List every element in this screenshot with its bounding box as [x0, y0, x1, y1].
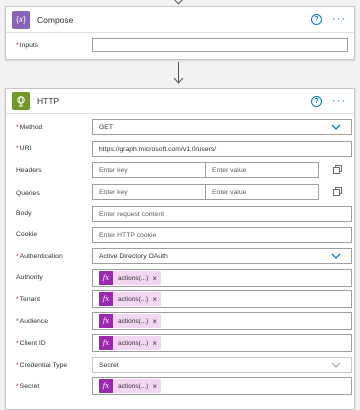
help-icon[interactable]: ?: [311, 14, 322, 25]
cookie-field[interactable]: Enter HTTP cookie: [92, 227, 352, 243]
compose-title: Compose: [37, 14, 74, 25]
remove-token-icon[interactable]: ×: [152, 274, 161, 283]
code-braces-icon: {𝑥}: [12, 10, 30, 29]
function-icon: fx: [99, 271, 113, 285]
flow-arrow-middle: [173, 73, 184, 84]
remove-token-icon[interactable]: ×: [152, 295, 161, 304]
remove-token-icon[interactable]: ×: [152, 317, 161, 326]
method-dropdown[interactable]: GET: [92, 119, 352, 135]
method-value: GET: [99, 123, 113, 131]
secret-label: *Secret: [16, 383, 40, 390]
authority-field[interactable]: fx actions(...) ×: [92, 269, 352, 287]
expression-token[interactable]: fx actions(...) ×: [99, 271, 162, 285]
headers-key-input[interactable]: Enter key: [92, 162, 206, 178]
http-card: HTTP ? ··· *Method GET *URI https://grap…: [5, 88, 355, 410]
http-title: HTTP: [37, 96, 60, 106]
method-label: *Method: [16, 124, 43, 131]
remove-token-icon[interactable]: ×: [152, 339, 161, 348]
credential-type-value: Secret: [99, 361, 119, 369]
help-icon[interactable]: ?: [311, 95, 322, 107]
authority-label: Authority: [16, 274, 43, 281]
expression-token[interactable]: fx actions(...) ×: [99, 336, 162, 350]
compose-card: {𝑥} Compose ? ··· *Inputs: [5, 6, 355, 60]
more-options-icon[interactable]: ···: [332, 14, 346, 25]
chevron-down-icon: [331, 253, 341, 259]
credential-type-label: *Credential Type: [16, 362, 68, 369]
secret-field[interactable]: fx actions(...) ×: [92, 377, 352, 395]
queries-value-input[interactable]: Enter value: [205, 184, 319, 200]
remove-token-icon[interactable]: ×: [152, 382, 161, 391]
function-icon: fx: [99, 314, 113, 328]
authentication-value: Active Directory OAuth: [99, 252, 168, 260]
uri-field[interactable]: https://graph.microsoft.com/v1.0/users/: [92, 141, 352, 157]
chevron-down-icon: [331, 362, 341, 368]
headers-label: Headers: [16, 167, 42, 174]
switch-to-text-mode-icon[interactable]: [333, 165, 342, 174]
switch-to-text-mode-icon[interactable]: [333, 187, 342, 196]
authentication-label: *Authentication: [16, 253, 63, 260]
credential-type-dropdown[interactable]: Secret: [92, 357, 352, 373]
body-label: Body: [16, 210, 32, 217]
headers-value-input[interactable]: Enter value: [205, 162, 319, 178]
expression-token[interactable]: fx actions(...) ×: [99, 314, 162, 328]
tenant-label: *Tenant: [16, 296, 41, 303]
audience-field[interactable]: fx actions(...) ×: [92, 312, 352, 330]
chevron-down-icon: [331, 124, 341, 130]
inputs-label: *Inputs: [16, 42, 39, 49]
queries-key-input[interactable]: Enter key: [92, 184, 206, 200]
tenant-field[interactable]: fx actions(...) ×: [92, 290, 352, 308]
client-id-label: *Client ID: [16, 340, 46, 347]
http-header[interactable]: HTTP ? ···: [6, 89, 354, 114]
function-icon: fx: [99, 292, 113, 306]
globe-icon: [12, 92, 30, 110]
queries-label: Queries: [16, 190, 40, 197]
compose-header[interactable]: {𝑥} Compose ? ···: [6, 7, 354, 33]
expression-token[interactable]: fx actions(...) ×: [99, 379, 162, 393]
uri-label: *URI: [16, 145, 32, 152]
cookie-label: Cookie: [16, 231, 38, 238]
body-field[interactable]: Enter request content: [92, 206, 352, 222]
audience-label: *Audience: [16, 318, 48, 325]
inputs-field[interactable]: [92, 38, 348, 52]
expression-token[interactable]: fx actions(...) ×: [99, 292, 162, 306]
client-id-field[interactable]: fx actions(...) ×: [92, 334, 352, 352]
function-icon: fx: [99, 379, 113, 393]
function-icon: fx: [99, 336, 113, 350]
more-options-icon[interactable]: ···: [332, 95, 346, 107]
uri-value: https://graph.microsoft.com/v1.0/users/: [99, 145, 217, 153]
authentication-dropdown[interactable]: Active Directory OAuth: [92, 248, 352, 264]
flow-arrow-top: [173, 0, 184, 5]
